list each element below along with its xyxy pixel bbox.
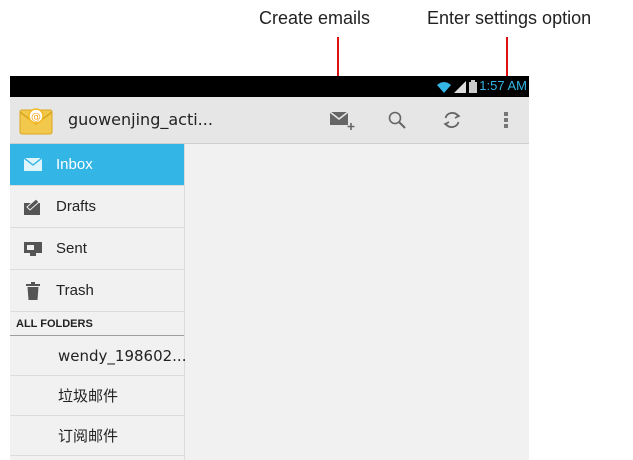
compose-button[interactable] (320, 97, 364, 143)
drawer-item-label: Trash (56, 282, 94, 299)
folder-item[interactable]: 垃圾邮件 (10, 376, 184, 416)
status-bar: 1:57 AM (10, 76, 529, 97)
drawer-item-drafts[interactable]: Drafts (10, 186, 184, 228)
trash-icon (24, 281, 42, 300)
folder-item[interactable]: 订阅邮件 (10, 416, 184, 456)
account-name[interactable]: guowenjing_acti... (68, 110, 213, 129)
overflow-menu-button[interactable] (484, 97, 528, 143)
callout-create-emails: Create emails (259, 8, 371, 28)
sent-icon (24, 241, 42, 257)
refresh-icon (443, 112, 461, 128)
drawer-item-sent[interactable]: Sent (10, 228, 184, 270)
all-folders-header: ALL FOLDERS (10, 312, 184, 336)
drawer-item-label: Inbox (56, 156, 93, 173)
inbox-icon (24, 157, 42, 173)
refresh-button[interactable] (430, 97, 474, 143)
drawer-item-inbox[interactable]: Inbox (10, 144, 184, 186)
signal-icon (454, 80, 466, 93)
svg-text:@: @ (31, 112, 41, 123)
battery-icon (469, 80, 477, 93)
drawer-item-label: Sent (56, 240, 87, 257)
message-list-area (185, 144, 529, 460)
wifi-icon (437, 81, 451, 93)
folder-drawer: Inbox Drafts Sent Trash ALL FOLDERS wend… (10, 144, 186, 460)
drafts-icon (24, 198, 42, 215)
drawer-item-label: Drafts (56, 198, 97, 215)
search-icon (388, 111, 406, 129)
email-app-icon[interactable]: @ (18, 102, 54, 138)
drawer-item-trash[interactable]: Trash (10, 270, 184, 312)
overflow-menu-icon (504, 112, 508, 128)
search-button[interactable] (375, 97, 419, 143)
compose-icon (329, 111, 355, 130)
device-screen: 1:57 AM @ guowenjing_acti... Inbox Draft… (10, 76, 529, 460)
folder-item[interactable]: wendy_198602... (10, 336, 186, 376)
callout-settings-option: Enter settings option (427, 8, 592, 28)
action-bar: @ guowenjing_acti... (10, 97, 529, 144)
status-time: 1:57 AM (479, 78, 527, 93)
